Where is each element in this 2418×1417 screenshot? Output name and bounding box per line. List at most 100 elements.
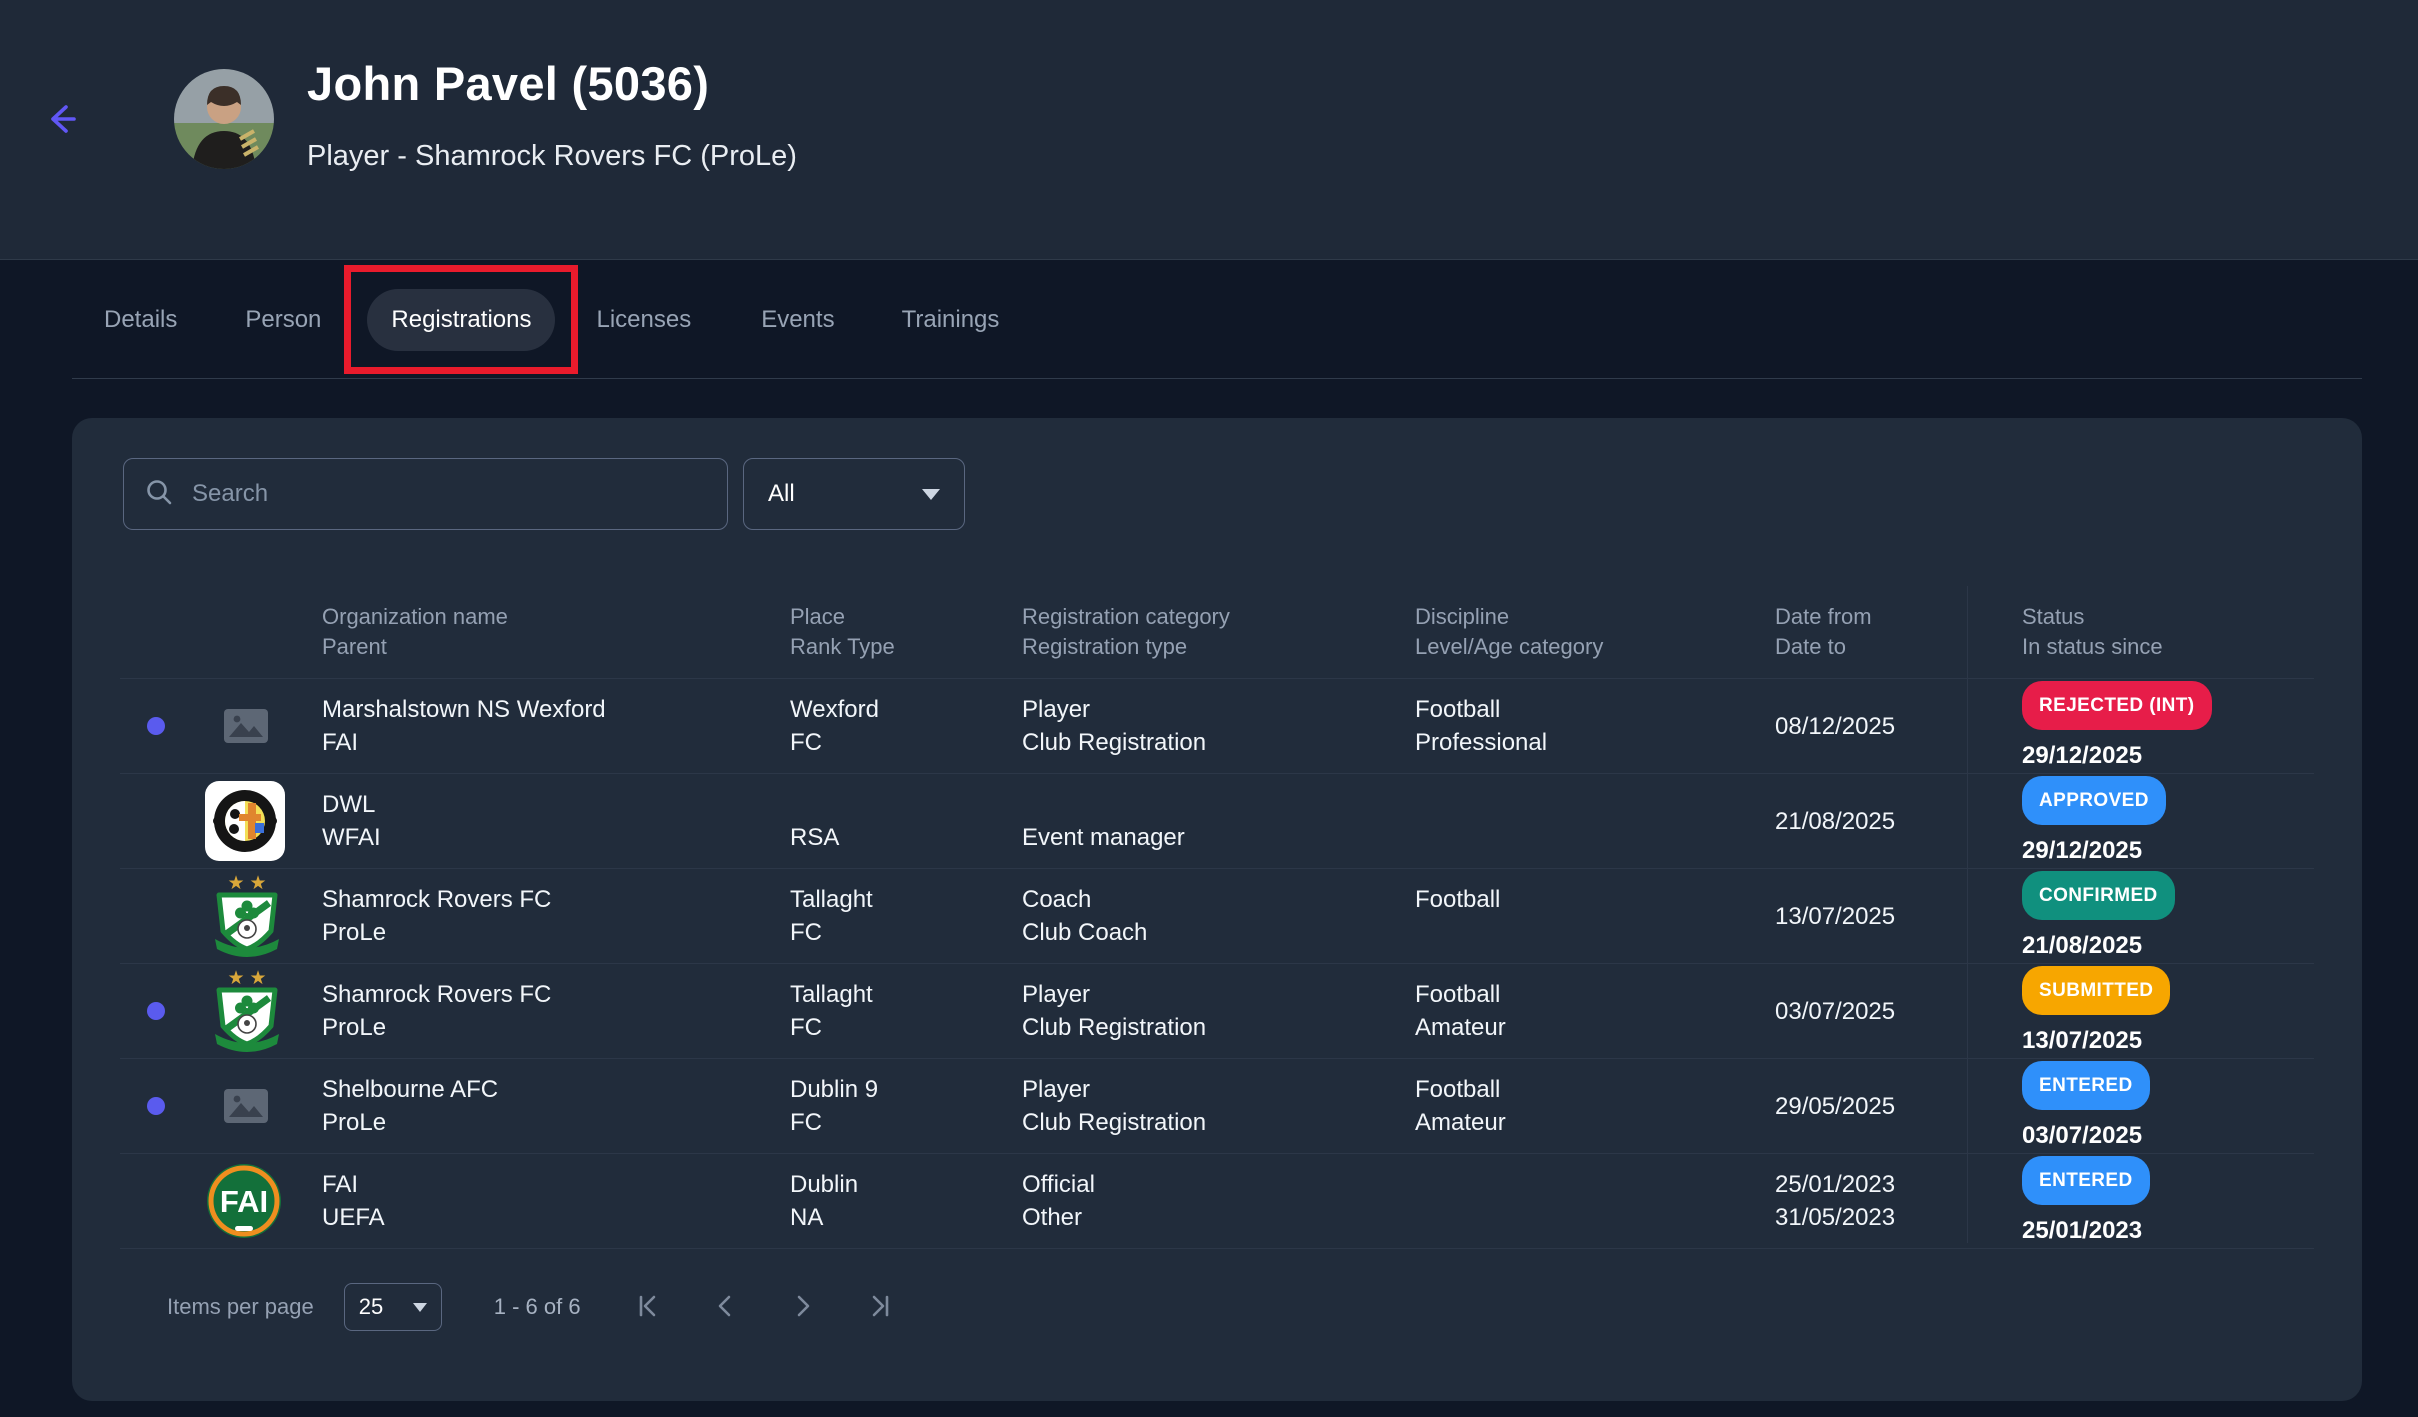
tab-bar: Details Person Registrations Licenses Ev… [0, 259, 2418, 379]
organization-parent: ProLe [322, 916, 790, 949]
organization-parent: UEFA [322, 1201, 790, 1234]
registrations-panel: All Organization nameParent PlaceRank Ty… [72, 418, 2362, 1401]
last-page-button[interactable] [861, 1287, 901, 1327]
shamrock-rovers-logo: ★ ★ [205, 873, 289, 959]
svg-text:★: ★ [227, 873, 244, 894]
level-age-category [1415, 821, 1775, 854]
registration-cell: Event manager [1022, 774, 1415, 868]
in-status-since: 03/07/2025 [2022, 1119, 2142, 1152]
rank-type: FC [790, 1106, 1022, 1139]
back-arrow-icon [40, 129, 84, 144]
table-row[interactable]: Marshalstown NS Wexford FAI Wexford FC P… [120, 679, 2314, 774]
organization-parent: WFAI [322, 821, 790, 854]
page-subtitle: Player - Shamrock Rovers FC (ProLe) [307, 140, 797, 173]
place-cell: Tallaght FC [790, 869, 1022, 963]
organization-name: Shamrock Rovers FC [322, 883, 790, 916]
avatar [174, 69, 274, 169]
svg-text:★: ★ [249, 968, 266, 989]
new-item-indicator-dot [147, 1002, 165, 1020]
registration-type: Club Registration [1022, 726, 1415, 759]
svg-text:FAI: FAI [220, 1184, 268, 1219]
organization-name: Marshalstown NS Wexford [322, 693, 790, 726]
place-cell: Dublin NA [790, 1154, 1022, 1248]
dwl-club-logo [205, 781, 285, 861]
organization-name: Shamrock Rovers FC [322, 978, 790, 1011]
in-status-since: 29/12/2025 [2022, 739, 2142, 772]
place [790, 788, 1022, 821]
in-status-since: 25/01/2023 [2022, 1214, 2142, 1247]
page-title: John Pavel (5036) [307, 56, 709, 111]
discipline-cell [1415, 774, 1775, 868]
place: Tallaght [790, 978, 1022, 1011]
table-row[interactable]: Shelbourne AFC ProLe Dublin 9 FC Player … [120, 1059, 2314, 1154]
first-page-button[interactable] [627, 1287, 667, 1327]
rank-type: NA [790, 1201, 1022, 1234]
dates-cell: 13/07/2025 [1775, 869, 1967, 963]
table-body: Marshalstown NS Wexford FAI Wexford FC P… [120, 679, 2314, 1249]
tab-details[interactable]: Details [104, 306, 177, 334]
in-status-since: 21/08/2025 [2022, 929, 2142, 962]
filter-value: All [768, 480, 795, 508]
new-item-indicator-dot [147, 1097, 165, 1115]
registration-cell: Official Other [1022, 1154, 1415, 1248]
date-from: 13/07/2025 [1775, 900, 1967, 933]
column-header-place: PlaceRank Type [790, 586, 1022, 678]
registration-category: Player [1022, 693, 1415, 726]
status-badge: ENTERED [2022, 1061, 2150, 1110]
rank-type: FC [790, 916, 1022, 949]
dates-cell: 03/07/2025 [1775, 964, 1967, 1058]
status-cell: APPROVED 29/12/2025 [1967, 774, 2314, 868]
registration-cell: Player Club Registration [1022, 964, 1415, 1058]
date-from: 08/12/2025 [1775, 710, 1967, 743]
date-from: 25/01/2023 [1775, 1168, 1967, 1201]
organization-logo [205, 679, 322, 773]
status-badge: APPROVED [2022, 776, 2166, 825]
level-age-category: Professional [1415, 726, 1775, 759]
in-status-since: 29/12/2025 [2022, 834, 2142, 867]
registration-cell: Coach Club Coach [1022, 869, 1415, 963]
organization-cell: Shelbourne AFC ProLe [322, 1059, 790, 1153]
organization-name: DWL [322, 788, 790, 821]
rank-type: RSA [790, 821, 1022, 854]
date-from: 03/07/2025 [1775, 995, 1967, 1028]
registration-category [1022, 788, 1415, 821]
level-age-category: Amateur [1415, 1011, 1775, 1044]
page-size-dropdown[interactable]: 25 [344, 1283, 442, 1331]
table-row[interactable]: ★ ★ Shamrock Rovers FC ProLe Tallaght FC [120, 964, 2314, 1059]
tab-licenses[interactable]: Licenses [596, 306, 691, 334]
tab-person[interactable]: Person [245, 306, 321, 334]
discipline: Football [1415, 978, 1775, 1011]
registration-category: Official [1022, 1168, 1415, 1201]
column-header-status: StatusIn status since [1967, 586, 2314, 678]
status-badge: ENTERED [2022, 1156, 2150, 1205]
level-age-category [1415, 1201, 1775, 1234]
status-cell: SUBMITTED 13/07/2025 [1967, 964, 2314, 1058]
caret-down-icon [922, 489, 940, 500]
previous-page-icon [708, 1311, 742, 1326]
table-row[interactable]: DWL WFAI RSA Event manager 21/08/2025 AP… [120, 774, 2314, 869]
place-cell: RSA [790, 774, 1022, 868]
next-page-button[interactable] [783, 1287, 823, 1327]
items-per-page-label: Items per page [167, 1294, 314, 1320]
discipline-cell: Football Amateur [1415, 964, 1775, 1058]
table-row[interactable]: FAI FAI UEFA Dublin NA Official Other 25… [120, 1154, 2314, 1249]
tab-registrations[interactable]: Registrations [367, 289, 555, 351]
dates-cell: 29/05/2025 [1775, 1059, 1967, 1153]
organization-logo [205, 774, 322, 868]
back-button[interactable] [38, 96, 86, 144]
tab-events[interactable]: Events [761, 306, 834, 334]
status-cell: ENTERED 03/07/2025 [1967, 1059, 2314, 1153]
discipline [1415, 1168, 1775, 1201]
registration-type: Club Registration [1022, 1011, 1415, 1044]
place-cell: Wexford FC [790, 679, 1022, 773]
table-row[interactable]: ★ ★ Shamrock Rovers FC ProLe Tallaght FC [120, 869, 2314, 964]
tab-trainings[interactable]: Trainings [902, 306, 1000, 334]
search-input[interactable] [190, 479, 707, 509]
place: Dublin [790, 1168, 1022, 1201]
previous-page-button[interactable] [705, 1287, 745, 1327]
profile-header: John Pavel (5036) Player - Shamrock Rove… [0, 0, 2418, 259]
rank-type: FC [790, 1011, 1022, 1044]
new-item-indicator-dot [147, 717, 165, 735]
filter-dropdown[interactable]: All [743, 458, 965, 530]
dates-cell: 25/01/2023 31/05/2023 [1775, 1154, 1967, 1248]
